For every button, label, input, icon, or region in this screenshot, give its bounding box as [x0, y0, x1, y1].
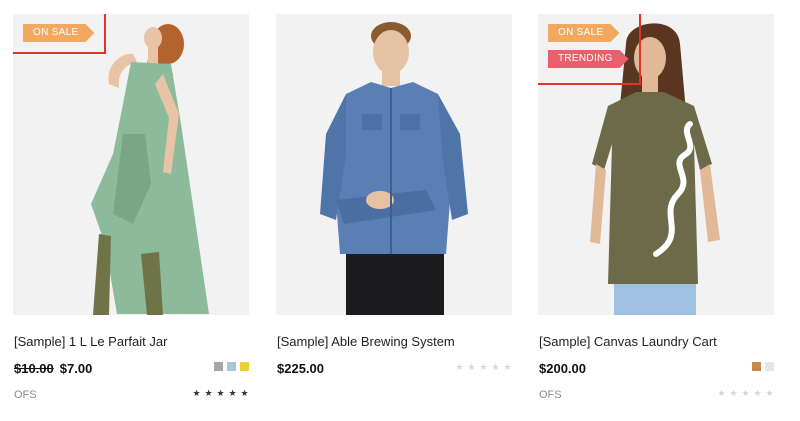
product-title[interactable]: [Sample] Able Brewing System — [277, 334, 455, 349]
product-card[interactable]: ON SALE [Sample] 1 L Le Parfait Jar $10.… — [13, 14, 249, 401]
product-card[interactable]: ON SALE TRENDING [Sample] Canvas Laundry… — [538, 14, 774, 401]
star-icon: ★ — [717, 388, 726, 398]
product-price: $225.00 — [277, 361, 324, 376]
ofs-label: OFS — [539, 389, 562, 401]
star-icon: ★ — [479, 362, 488, 372]
star-icon: ★ — [753, 388, 762, 398]
color-swatch-tan[interactable] — [752, 362, 761, 371]
product-price: $200.00 — [539, 361, 586, 376]
product-title[interactable]: [Sample] Canvas Laundry Cart — [539, 334, 717, 349]
product-price: $10.00 $7.00 — [14, 361, 92, 376]
star-icon: ★ — [765, 388, 774, 398]
on-sale-badge: ON SALE — [23, 24, 94, 42]
color-swatch-light-gray[interactable] — [765, 362, 774, 371]
star-icon: ★ — [216, 388, 225, 398]
product-card[interactable]: [Sample] Able Brewing System $225.00 ★ ★… — [276, 14, 512, 376]
star-icon: ★ — [741, 388, 750, 398]
rating-stars: ★ ★ ★ ★ ★ — [455, 363, 512, 372]
star-icon: ★ — [491, 362, 500, 372]
product-image[interactable] — [276, 14, 512, 315]
product-title[interactable]: [Sample] 1 L Le Parfait Jar — [14, 334, 167, 349]
star-icon: ★ — [240, 388, 249, 398]
star-icon: ★ — [729, 388, 738, 398]
product-image[interactable]: ON SALE — [13, 14, 249, 315]
star-icon: ★ — [228, 388, 237, 398]
color-swatches — [214, 362, 249, 371]
on-sale-badge: ON SALE — [548, 24, 619, 42]
product-photo — [13, 14, 249, 315]
product-photo — [276, 14, 512, 315]
color-swatch-light-blue[interactable] — [227, 362, 236, 371]
sale-price: $7.00 — [59, 361, 93, 376]
color-swatch-gray[interactable] — [214, 362, 223, 371]
star-icon: ★ — [192, 388, 201, 398]
ofs-label: OFS — [14, 389, 37, 401]
star-icon: ★ — [204, 388, 213, 398]
color-swatch-yellow[interactable] — [240, 362, 249, 371]
original-price: $10.00 — [14, 361, 54, 376]
sale-price: $200.00 — [539, 361, 586, 376]
product-image[interactable]: ON SALE TRENDING — [538, 14, 774, 315]
color-swatches — [752, 362, 774, 371]
star-icon: ★ — [503, 362, 512, 372]
star-icon: ★ — [455, 362, 464, 372]
trending-badge: TRENDING — [548, 50, 629, 68]
rating-stars: ★ ★ ★ ★ ★ — [717, 389, 774, 398]
rating-stars: ★ ★ ★ ★ ★ — [192, 389, 249, 398]
sale-price: $225.00 — [277, 361, 324, 376]
star-icon: ★ — [467, 362, 476, 372]
